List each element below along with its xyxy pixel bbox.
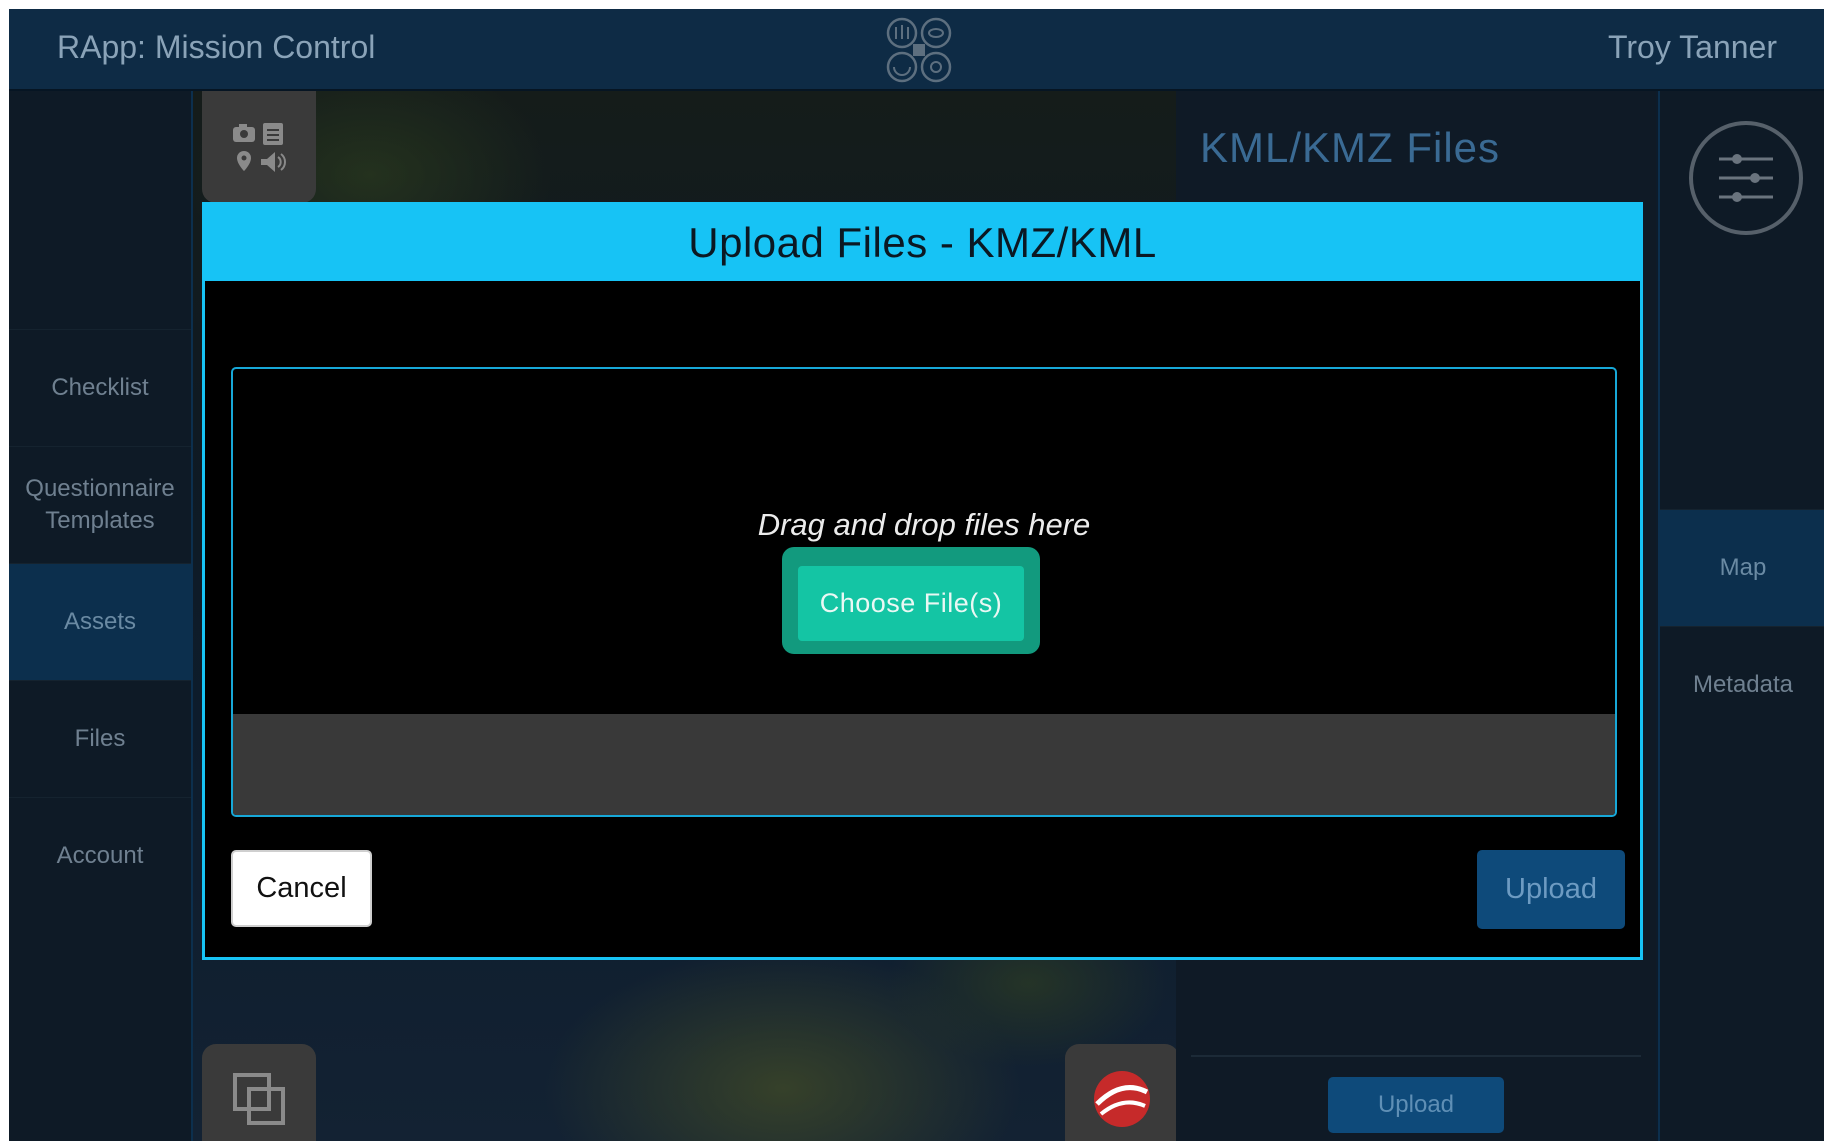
tab-map[interactable]: Map xyxy=(1660,509,1824,626)
left-sidebar: Checklist Questionnaire Templates Assets… xyxy=(9,91,193,1141)
modal-title: Upload Files - KMZ/KML xyxy=(688,219,1157,266)
choose-files-button[interactable]: Choose File(s) xyxy=(798,566,1024,641)
tab-metadata[interactable]: Metadata xyxy=(1660,626,1824,743)
google-earth-control[interactable] xyxy=(1065,1044,1176,1141)
sidebar-item-label: Assets xyxy=(63,608,137,635)
google-earth-icon xyxy=(1094,1071,1150,1127)
app-window: RApp: Mission Control Troy Tanner Checkl… xyxy=(9,9,1824,1141)
sidebar-item-questionnaire-templates[interactable]: Questionnaire Templates xyxy=(9,446,191,563)
media-tools-icon xyxy=(233,123,286,172)
mission-control-logo-icon xyxy=(886,17,952,83)
user-name[interactable]: Troy Tanner xyxy=(1608,29,1777,66)
tab-label: Metadata xyxy=(1692,671,1794,698)
sidebar-item-checklist[interactable]: Checklist xyxy=(9,329,191,446)
kml-upload-button[interactable]: Upload xyxy=(1328,1077,1504,1133)
sidebar-item-label: Checklist xyxy=(51,374,149,401)
cancel-button[interactable]: Cancel xyxy=(231,850,372,927)
dropzone-text: Drag and drop files here xyxy=(757,507,1091,542)
top-bar: RApp: Mission Control Troy Tanner xyxy=(9,9,1824,91)
modal-header: Upload Files - KMZ/KML xyxy=(205,205,1640,281)
sidebar-item-label: Files xyxy=(74,725,126,752)
upload-button[interactable]: Upload xyxy=(1477,850,1625,929)
sidebar-item-account[interactable]: Account xyxy=(9,797,191,914)
layers-icon xyxy=(233,1073,285,1125)
sidebar-item-label: Account xyxy=(56,842,144,869)
app-title: RApp: Mission Control xyxy=(57,29,376,65)
right-sidebar: Map Metadata xyxy=(1658,91,1824,1141)
sidebar-item-files[interactable]: Files xyxy=(9,680,191,797)
sliders-icon xyxy=(1719,154,1773,202)
divider xyxy=(1191,1055,1641,1057)
choose-files-focus-ring: Choose File(s) xyxy=(782,547,1040,654)
upload-modal: Upload Files - KMZ/KML Drag and drop fil… xyxy=(202,202,1643,960)
sidebar-item-assets[interactable]: Assets xyxy=(9,563,191,680)
sidebar-item-label: Questionnaire Templates xyxy=(25,475,175,534)
filter-button[interactable] xyxy=(1689,121,1803,235)
layers-control[interactable] xyxy=(202,1044,316,1141)
tab-label: Map xyxy=(1719,554,1767,581)
media-tools-control[interactable] xyxy=(202,91,316,203)
kml-panel-title: KML/KMZ Files xyxy=(1200,124,1501,171)
dropzone-footer xyxy=(233,714,1615,815)
